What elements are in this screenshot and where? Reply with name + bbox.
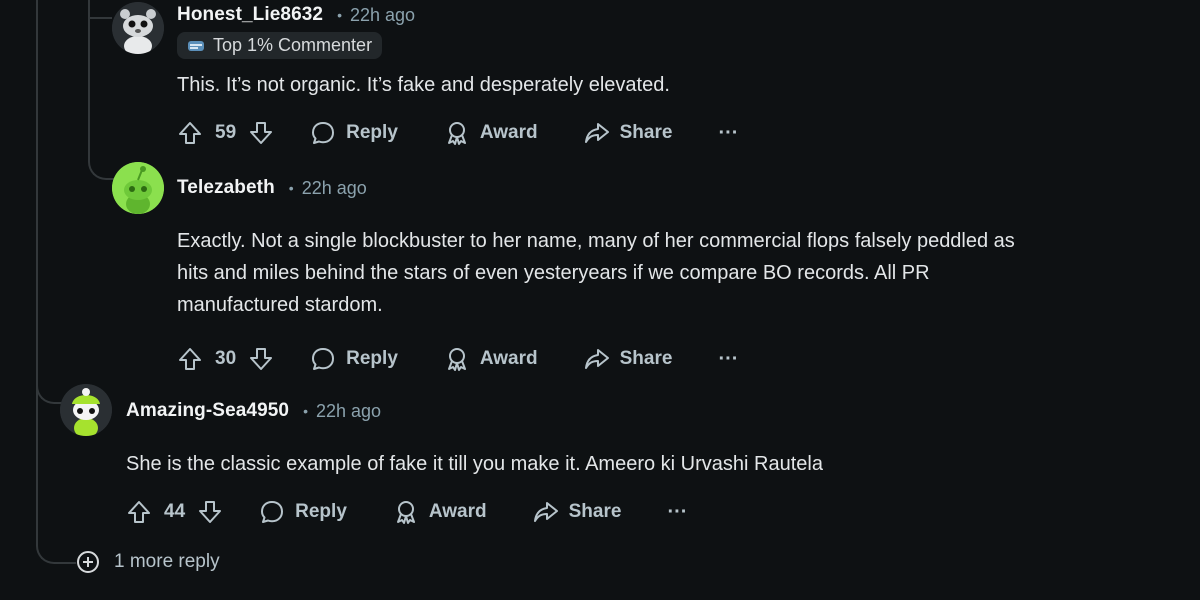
downvote-icon[interactable] (197, 499, 223, 525)
comment-body-line: manufactured stardom. (177, 294, 383, 316)
reply-button[interactable]: Reply (259, 499, 347, 525)
share-label: Share (568, 501, 622, 522)
more-options-button[interactable]: ··· (667, 501, 687, 524)
vote-group: 59 (177, 120, 274, 146)
snoo-avatar-icon (112, 162, 164, 214)
share-button[interactable]: Share (584, 346, 673, 372)
comment-bubble-icon (312, 122, 335, 144)
comment-body: This. It’s not organic. It’s fake and de… (177, 74, 670, 96)
comment-time: 22h ago (315, 400, 382, 421)
comment-author[interactable]: Amazing-Sea4950 (126, 400, 289, 422)
separator-dot: • (288, 180, 294, 196)
avatar[interactable] (112, 2, 164, 54)
comment-bubble-icon (312, 348, 335, 370)
commenter-badge-icon (188, 40, 204, 51)
comment: Amazing-Sea4950 • 22h ago She is the cla… (126, 396, 823, 528)
avatar[interactable] (112, 162, 164, 214)
thread-line-inner (88, 0, 114, 180)
vote-group: 30 (177, 346, 274, 372)
share-label: Share (619, 122, 673, 143)
award-icon (447, 122, 466, 145)
upvote-icon[interactable] (177, 120, 203, 146)
share-icon (584, 123, 609, 143)
vote-group: 44 (126, 499, 223, 525)
more-replies-button[interactable]: 1 more reply (76, 550, 220, 574)
comment: Telezabeth • 22h ago Exactly. Not a sing… (177, 173, 1187, 375)
comment-body: She is the classic example of fake it ti… (126, 453, 823, 475)
more-replies-label: 1 more reply (114, 551, 220, 572)
share-icon (533, 502, 558, 522)
comment-body: Exactly. Not a single blockbuster to her… (177, 225, 1187, 321)
reply-label: Reply (346, 348, 398, 369)
reply-button[interactable]: Reply (310, 346, 398, 372)
comment-body-line: hits and miles behind the stars of even … (177, 262, 930, 284)
award-button[interactable]: Award (393, 499, 487, 525)
comment-actions: 44 Reply Award Share ··· (126, 496, 823, 528)
downvote-icon[interactable] (248, 346, 274, 372)
comment-bubble-icon (261, 501, 284, 523)
user-flair: Top 1% Commenter (177, 32, 383, 59)
reply-label: Reply (295, 501, 347, 522)
comment-author[interactable]: Telezabeth (177, 177, 275, 199)
plus-circle-icon (76, 550, 100, 574)
reply-label: Reply (346, 122, 398, 143)
comment-actions: 59 Reply Award Share ··· (177, 117, 738, 149)
flair-label: Top 1% Commenter (213, 35, 373, 55)
separator-dot: • (337, 7, 342, 23)
award-icon (396, 501, 415, 524)
vote-score: 59 (215, 122, 237, 143)
comment-author[interactable]: Honest_Lie8632 (177, 4, 323, 26)
more-options-button[interactable]: ··· (718, 122, 738, 145)
thread-line-inner-top (88, 0, 112, 19)
snoo-avatar-icon (60, 384, 112, 436)
award-label: Award (479, 348, 538, 369)
more-options-button[interactable]: ··· (718, 348, 738, 371)
comment-time: 22h ago (301, 177, 367, 198)
comment-actions: 30 Reply Award Share ··· (177, 343, 1187, 375)
snoo-avatar-icon (112, 2, 164, 54)
award-button[interactable]: Award (444, 120, 538, 146)
upvote-icon[interactable] (177, 346, 203, 372)
share-button[interactable]: Share (533, 499, 622, 525)
avatar[interactable] (60, 384, 112, 436)
vote-score: 30 (215, 348, 237, 369)
comment-body-line: Exactly. Not a single blockbuster to her… (177, 230, 1015, 252)
vote-score: 44 (164, 501, 186, 522)
downvote-icon[interactable] (248, 120, 274, 146)
reply-button[interactable]: Reply (310, 120, 398, 146)
thread-line-outer-branch (36, 0, 64, 404)
share-button[interactable]: Share (584, 120, 673, 146)
award-icon (447, 348, 466, 371)
award-label: Award (428, 501, 487, 522)
award-label: Award (479, 122, 538, 143)
comment: Honest_Lie8632 • 22h ago Top 1% Commente… (177, 0, 738, 149)
share-icon (584, 349, 609, 369)
comment-time: 22h ago (350, 4, 416, 25)
upvote-icon[interactable] (126, 499, 152, 525)
share-label: Share (619, 348, 673, 369)
award-button[interactable]: Award (444, 346, 538, 372)
separator-dot: • (303, 403, 308, 419)
